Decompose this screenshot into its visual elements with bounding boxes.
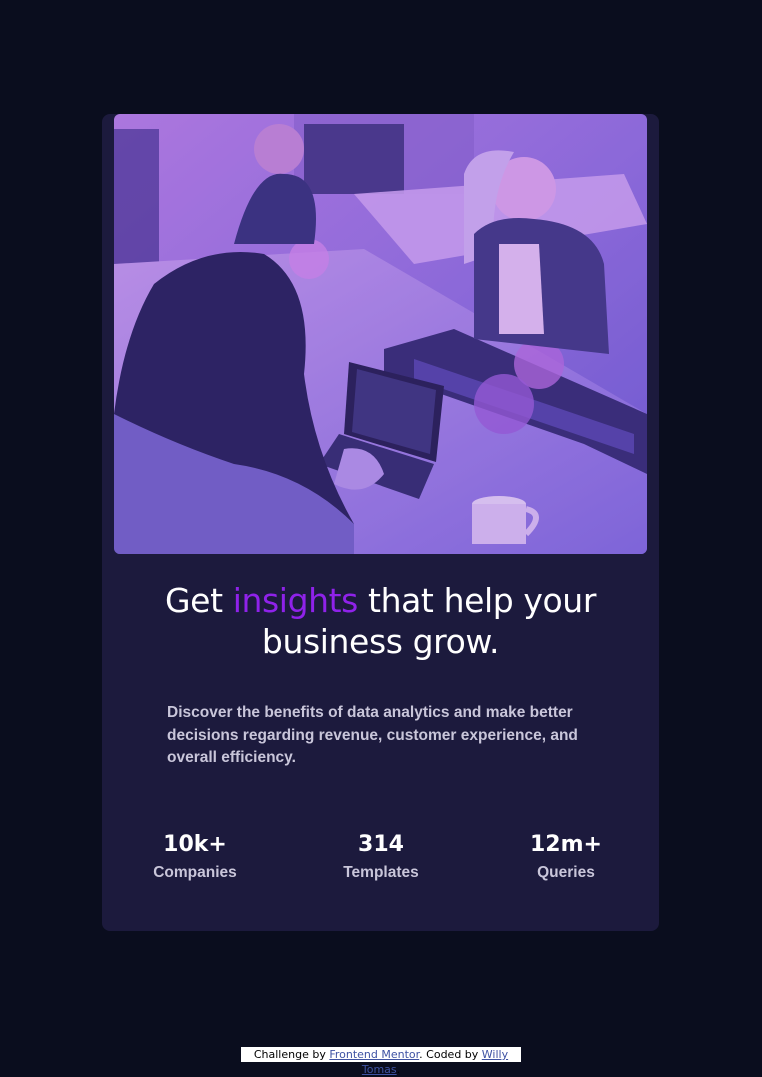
office-photo xyxy=(114,114,647,554)
stat-value: 314 xyxy=(358,832,404,857)
stat-label: Templates xyxy=(343,864,419,881)
headline-accent: insights xyxy=(232,581,359,620)
attribution: Challenge by Frontend Mentor. Coded by W… xyxy=(241,1047,521,1076)
headline-text-before: Get xyxy=(165,581,233,620)
attribution-suffix: . xyxy=(396,1063,401,1076)
stat-label: Queries xyxy=(537,864,595,881)
stat-value: 12m+ xyxy=(530,832,602,857)
headline: Get insights that help your business gro… xyxy=(102,580,659,662)
stats-card: Get insights that help your business gro… xyxy=(102,114,659,931)
frontend-mentor-link[interactable]: Frontend Mentor xyxy=(329,1048,419,1061)
stat-companies: 10k+ Companies xyxy=(120,830,270,884)
stat-templates: 314 Templates xyxy=(306,830,456,884)
description: Discover the benefits of data analytics … xyxy=(167,704,578,766)
attribution-middle: . Coded by xyxy=(419,1048,482,1061)
stat-queries: 12m+ Queries xyxy=(491,830,641,884)
stat-label: Companies xyxy=(153,864,237,881)
stats-row: 10k+ Companies 314 Templates 12m+ Querie… xyxy=(102,830,659,890)
stat-value: 10k+ xyxy=(163,832,227,857)
attribution-prefix: Challenge by xyxy=(253,1048,330,1061)
